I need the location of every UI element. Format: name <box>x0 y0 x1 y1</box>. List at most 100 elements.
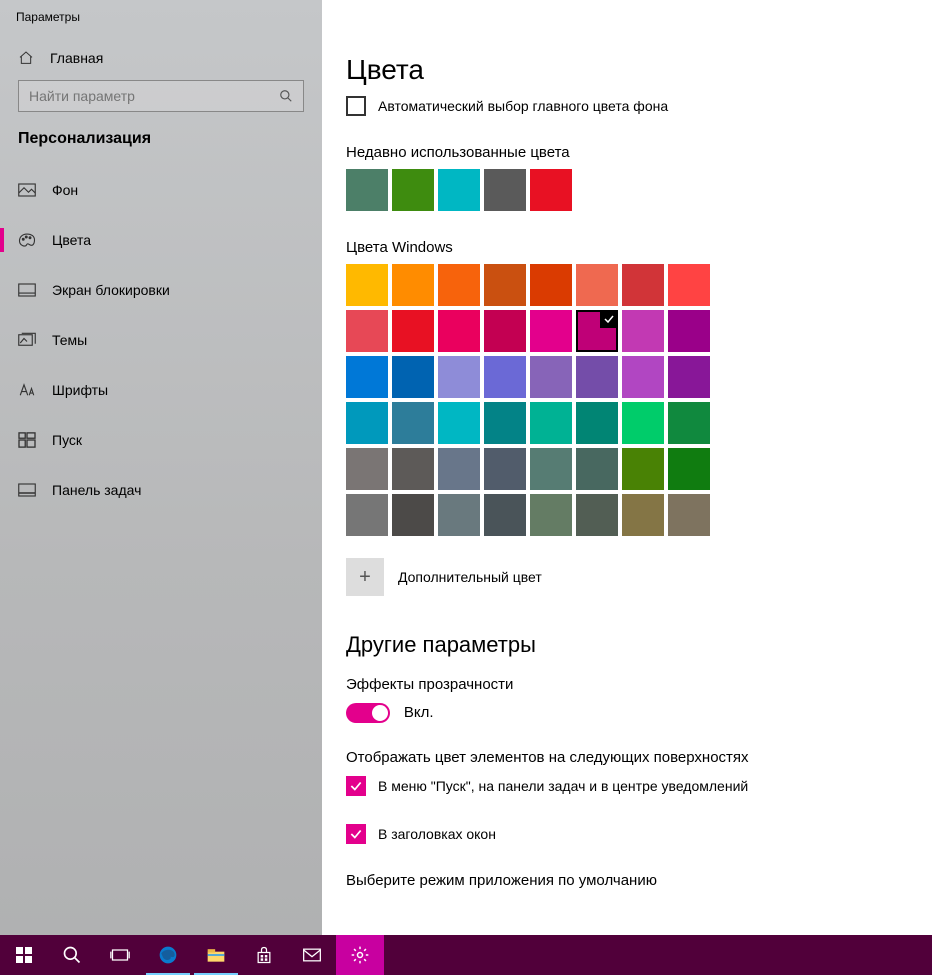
color-swatch[interactable] <box>392 169 434 211</box>
recent-colors <box>346 169 932 211</box>
nav-label: Цвета <box>52 232 91 248</box>
color-swatch[interactable] <box>346 356 388 398</box>
start-button[interactable] <box>0 935 48 975</box>
color-swatch[interactable] <box>668 264 710 306</box>
color-swatch[interactable] <box>622 402 664 444</box>
color-swatch[interactable] <box>530 264 572 306</box>
color-swatch[interactable] <box>484 448 526 490</box>
nav-lockscreen[interactable]: Экран блокировки <box>0 270 322 310</box>
search-input[interactable] <box>18 80 304 112</box>
search-field[interactable] <box>29 88 267 104</box>
transparency-toggle[interactable] <box>346 703 390 723</box>
color-swatch[interactable] <box>346 310 388 352</box>
color-swatch[interactable] <box>438 169 480 211</box>
color-swatch[interactable] <box>668 494 710 536</box>
taskbar <box>0 935 932 975</box>
plus-icon: + <box>346 558 384 596</box>
color-swatch[interactable] <box>668 356 710 398</box>
store-app[interactable] <box>240 935 288 975</box>
color-swatch[interactable] <box>668 310 710 352</box>
color-swatch[interactable] <box>484 310 526 352</box>
toggle-state: Вкл. <box>404 704 434 721</box>
surface-opt1-label: В меню "Пуск", на панели задач и в центр… <box>378 778 748 794</box>
task-view-button[interactable] <box>96 935 144 975</box>
color-swatch[interactable] <box>438 356 480 398</box>
surface-titlebars[interactable]: В заголовках окон <box>346 824 932 844</box>
color-swatch[interactable] <box>392 494 434 536</box>
color-swatch[interactable] <box>622 264 664 306</box>
color-swatch[interactable] <box>438 264 480 306</box>
nav-themes[interactable]: Темы <box>0 320 322 360</box>
settings-app[interactable] <box>336 935 384 975</box>
search-button[interactable] <box>48 935 96 975</box>
color-swatch[interactable] <box>530 494 572 536</box>
color-swatch[interactable] <box>484 169 526 211</box>
home-icon <box>18 50 34 66</box>
color-swatch[interactable] <box>484 264 526 306</box>
color-swatch[interactable] <box>576 448 618 490</box>
color-swatch[interactable] <box>484 494 526 536</box>
color-swatch[interactable] <box>530 310 572 352</box>
nav-fonts[interactable]: Шрифты <box>0 370 322 410</box>
nav-colors[interactable]: Цвета <box>0 220 322 260</box>
edge-app[interactable] <box>144 935 192 975</box>
nav-label: Экран блокировки <box>52 282 170 298</box>
nav-label: Пуск <box>52 432 82 448</box>
color-swatch[interactable] <box>484 356 526 398</box>
color-swatch[interactable] <box>530 448 572 490</box>
color-swatch[interactable] <box>576 356 618 398</box>
home-nav[interactable]: Главная <box>0 42 322 80</box>
custom-color-label: Дополнительный цвет <box>398 569 542 585</box>
page-title: Цвета <box>346 54 932 86</box>
color-swatch[interactable] <box>392 310 434 352</box>
color-swatch[interactable] <box>530 169 572 211</box>
color-swatch[interactable] <box>392 448 434 490</box>
color-swatch[interactable] <box>622 356 664 398</box>
windows-colors-grid <box>346 264 718 536</box>
color-swatch[interactable] <box>668 402 710 444</box>
section-header: Персонализация <box>0 130 322 170</box>
color-swatch[interactable] <box>438 448 480 490</box>
nav-start[interactable]: Пуск <box>0 420 322 460</box>
nav-background[interactable]: Фон <box>0 170 322 210</box>
color-swatch[interactable] <box>576 264 618 306</box>
nav-taskbar[interactable]: Панель задач <box>0 470 322 510</box>
color-swatch[interactable] <box>530 402 572 444</box>
surface-start-taskbar[interactable]: В меню "Пуск", на панели задач и в центр… <box>346 776 932 796</box>
color-swatch[interactable] <box>346 494 388 536</box>
nav-label: Панель задач <box>52 482 141 498</box>
color-swatch[interactable] <box>392 356 434 398</box>
sidebar: Параметры Главная Персонализация Фон Цве… <box>0 0 322 935</box>
checkbox-icon <box>346 824 366 844</box>
color-swatch[interactable] <box>484 402 526 444</box>
color-swatch[interactable] <box>576 310 618 352</box>
checkbox-icon <box>346 776 366 796</box>
check-icon <box>600 310 618 328</box>
home-label: Главная <box>50 50 103 66</box>
auto-pick-accent[interactable]: Автоматический выбор главного цвета фона <box>346 96 932 116</box>
color-swatch[interactable] <box>622 448 664 490</box>
color-swatch[interactable] <box>530 356 572 398</box>
color-swatch[interactable] <box>346 264 388 306</box>
color-swatch[interactable] <box>622 494 664 536</box>
color-swatch[interactable] <box>438 402 480 444</box>
color-swatch[interactable] <box>346 169 388 211</box>
checkbox-icon <box>346 96 366 116</box>
mail-app[interactable] <box>288 935 336 975</box>
picture-icon <box>18 182 36 198</box>
explorer-app[interactable] <box>192 935 240 975</box>
custom-color-button[interactable]: + Дополнительный цвет <box>346 558 932 596</box>
color-swatch[interactable] <box>392 264 434 306</box>
color-swatch[interactable] <box>438 494 480 536</box>
color-swatch[interactable] <box>622 310 664 352</box>
color-swatch[interactable] <box>576 494 618 536</box>
color-swatch[interactable] <box>346 402 388 444</box>
color-swatch[interactable] <box>668 448 710 490</box>
color-swatch[interactable] <box>576 402 618 444</box>
color-swatch[interactable] <box>346 448 388 490</box>
fonts-icon <box>18 382 36 398</box>
themes-icon <box>18 332 36 348</box>
color-swatch[interactable] <box>438 310 480 352</box>
color-swatch[interactable] <box>392 402 434 444</box>
app-mode-label: Выберите режим приложения по умолчанию <box>346 872 932 889</box>
